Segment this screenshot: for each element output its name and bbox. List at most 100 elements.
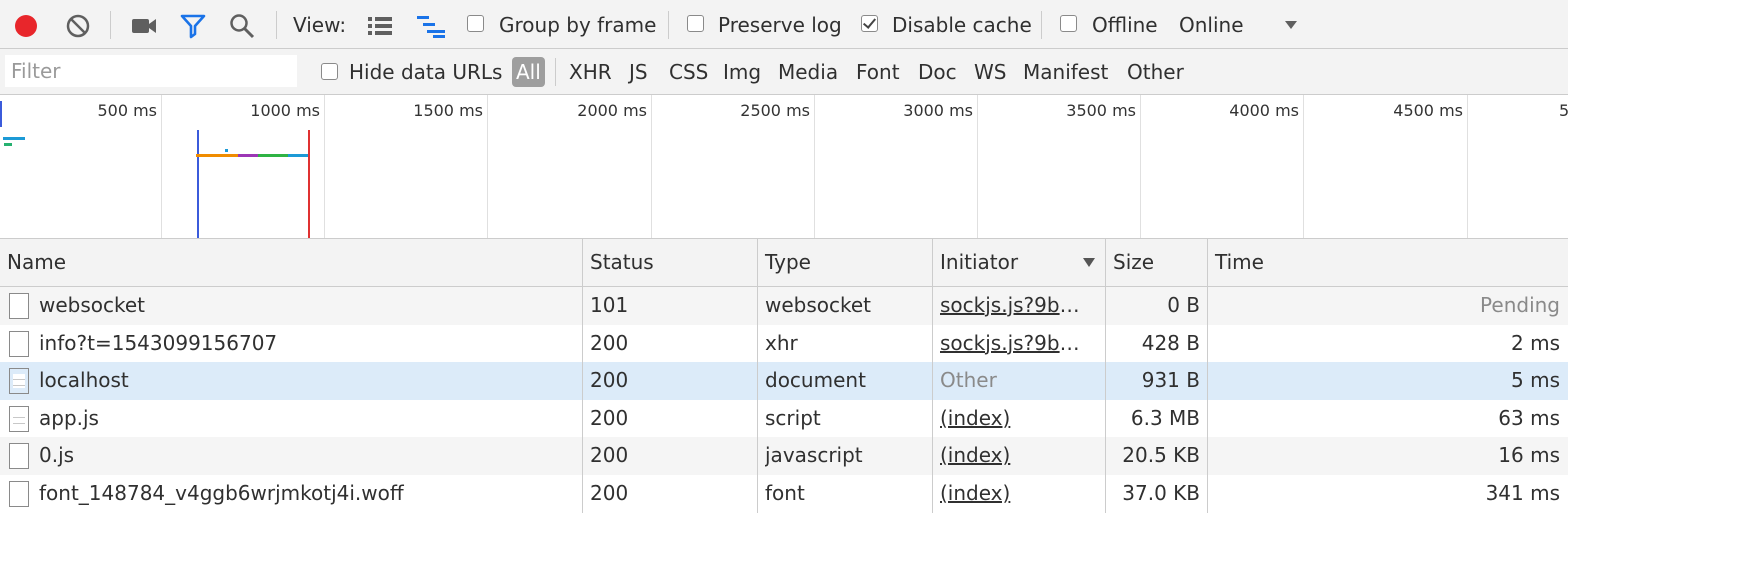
overview-tick-label: 500 ms [97,101,157,120]
overview-start-marker [0,101,2,127]
filter-type-css[interactable]: CSS [666,57,711,87]
table-row[interactable]: app.js 200 script (index) 6.3 MB 63 ms [0,400,1568,438]
request-time: 341 ms [1485,480,1560,505]
column-divider[interactable] [1105,239,1106,513]
table-row[interactable]: info?t=1543099156707 200 xhr sockjs.js?9… [0,325,1568,363]
large-rows-button[interactable] [366,12,394,40]
disable-cache-checkbox[interactable] [861,15,878,32]
group-by-frame-checkbox[interactable] [467,15,484,32]
request-time: 2 ms [1511,330,1560,355]
network-overview[interactable]: 500 ms 1000 ms 1500 ms 2000 ms 2500 ms 3… [0,95,1568,239]
overview-tick-label: 2500 ms [740,101,810,120]
request-table-header: Name Status Type Initiator Size Time [0,239,1568,287]
request-status: 200 [590,405,629,430]
record-button[interactable] [12,12,40,40]
filter-input[interactable] [5,55,297,87]
filter-type-doc[interactable]: Doc [915,57,960,87]
column-header-size[interactable]: Size [1106,239,1208,286]
waterfall-icon [417,16,445,38]
overview-tick-label: 1000 ms [250,101,320,120]
column-divider[interactable] [757,239,758,513]
group-by-frame-label: Group by frame [499,13,657,37]
request-type: document [765,368,866,393]
toolbar-separator [110,11,111,39]
table-row[interactable]: websocket 101 websocket sockjs.js?9be… 0… [0,287,1568,325]
request-initiator-link[interactable]: sockjs.js?9be… [940,287,1090,325]
overview-grid-line [1467,95,1468,238]
filter-type-ws[interactable]: WS [971,57,1009,87]
filter-type-xhr[interactable]: XHR [566,57,615,87]
clear-icon [66,14,90,38]
column-divider[interactable] [582,239,583,513]
request-time: 5 ms [1511,368,1560,393]
record-icon [15,15,37,37]
table-row[interactable]: font_148784_v4ggb6wrjmkotj4i.woff 200 fo… [0,475,1568,513]
table-row[interactable]: localhost 200 document Other 931 B 5 ms [0,362,1568,400]
column-header-type[interactable]: Type [758,239,933,286]
request-status: 200 [590,480,629,505]
column-header-time[interactable]: Time [1208,239,1568,286]
video-camera-icon [132,19,156,33]
overview-grid-line [487,95,488,238]
overview-grid-line [977,95,978,238]
overview-tick-label: 1500 ms [413,101,483,120]
column-header-initiator[interactable]: Initiator [933,239,1106,286]
overview-toggle-button[interactable] [415,12,447,40]
column-divider[interactable] [932,239,933,513]
search-icon [230,14,255,39]
request-name: websocket [39,293,146,317]
hide-data-urls-label: Hide data URLs [349,60,503,84]
request-status: 101 [590,293,629,317]
request-name: localhost [39,368,129,393]
file-icon [9,293,29,319]
request-size: 931 B [1141,368,1200,393]
overview-tick-label: 3000 ms [903,101,973,120]
script-file-icon [9,405,29,432]
request-type: xhr [765,330,798,355]
load-event-line [308,130,310,238]
document-icon [9,368,29,395]
throttling-select[interactable]: Online [1175,10,1305,40]
request-time: 63 ms [1498,405,1560,430]
overview-grid-line [161,95,162,238]
filter-type-all[interactable]: All [512,57,545,87]
request-initiator-link[interactable]: (index) [940,475,1090,513]
preserve-log-checkbox[interactable] [687,15,704,32]
overview-grid-line [1140,95,1141,238]
list-view-icon [368,17,392,35]
overview-grid-line [324,95,325,238]
request-type: javascript [765,443,863,468]
clear-button[interactable] [64,12,92,40]
table-row[interactable]: 0.js 200 javascript (index) 20.5 KB 16 m… [0,437,1568,475]
column-header-name[interactable]: Name [0,239,583,286]
screenshot-button[interactable] [130,12,158,40]
overview-tick-label: 4500 ms [1393,101,1463,120]
filter-type-media[interactable]: Media [775,57,841,87]
sort-descending-icon [1083,258,1095,267]
column-header-initiator-label: Initiator [940,250,1019,274]
request-size: 37.0 KB [1122,480,1200,505]
overview-grid-line [1303,95,1304,238]
request-initiator-link[interactable]: (index) [940,400,1090,438]
filter-type-font[interactable]: Font [853,57,903,87]
overview-request-bar [196,154,238,157]
filter-type-other[interactable]: Other [1124,57,1187,87]
filter-toggle-button[interactable] [179,12,207,40]
request-type: script [765,405,821,430]
filter-type-img[interactable]: Img [720,57,764,87]
dom-content-loaded-line [197,130,199,238]
request-name: 0.js [39,443,75,468]
column-header-status[interactable]: Status [583,239,758,286]
request-size: 6.3 MB [1130,405,1200,430]
search-button[interactable] [228,12,256,40]
offline-checkbox[interactable] [1060,15,1077,32]
filter-type-manifest[interactable]: Manifest [1020,57,1111,87]
filter-type-js[interactable]: JS [626,57,651,87]
request-initiator-link[interactable]: (index) [940,437,1090,475]
request-initiator-link[interactable]: sockjs.js?9be… [940,325,1090,363]
hide-data-urls-checkbox[interactable] [321,63,338,80]
throttling-value: Online [1179,13,1244,37]
request-initiator: Other [940,368,997,393]
column-divider[interactable] [1207,239,1208,513]
request-name: info?t=1543099156707 [39,330,278,355]
